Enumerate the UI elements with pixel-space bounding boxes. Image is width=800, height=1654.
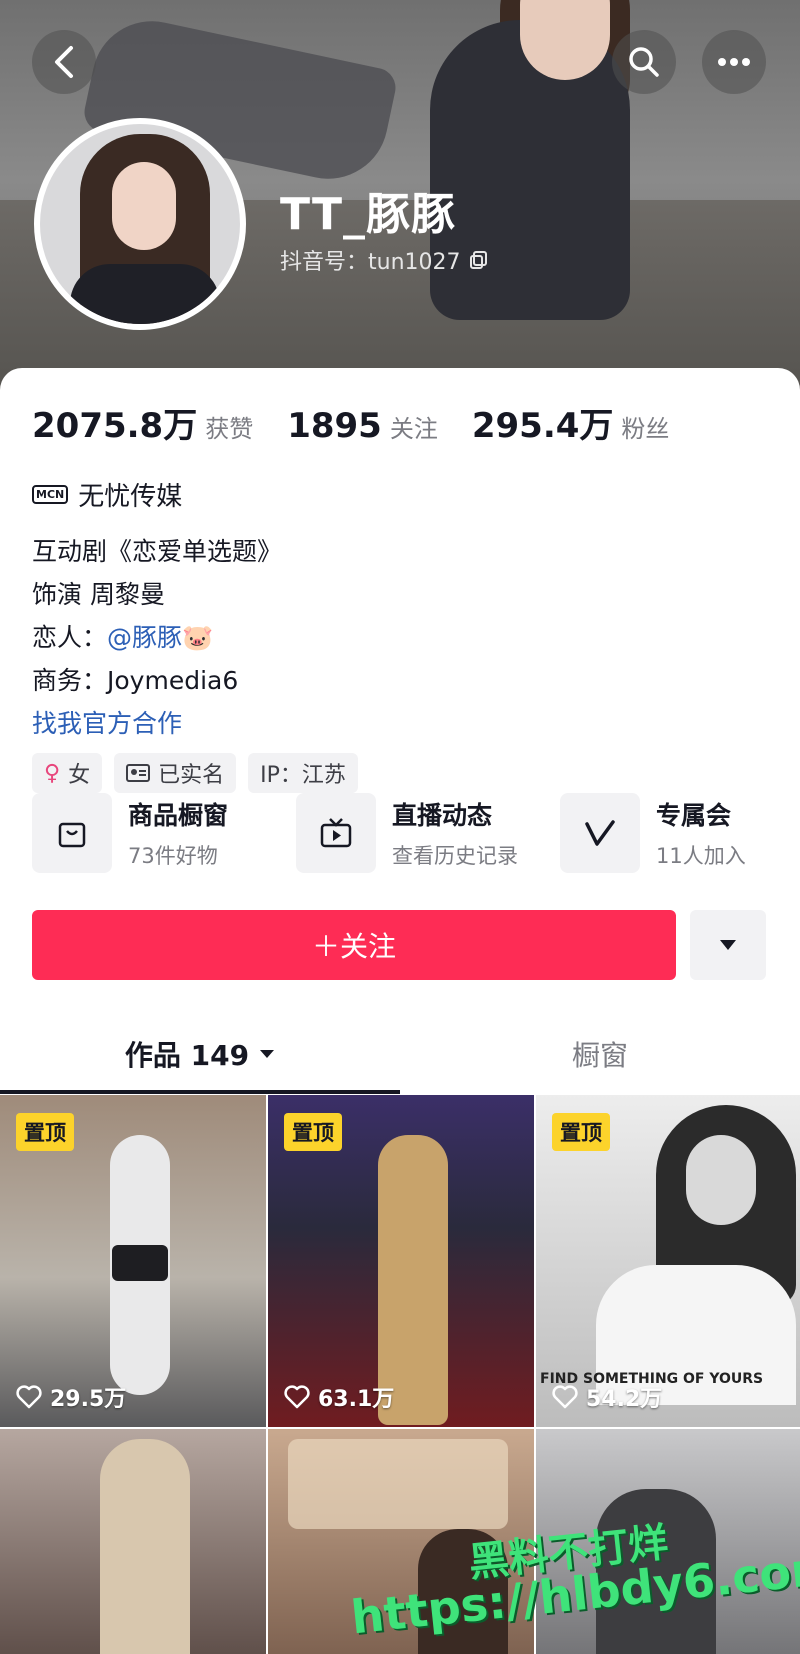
- likes-value: 29.5万: [50, 1387, 127, 1412]
- copy-icon[interactable]: [469, 250, 489, 270]
- video-thumbnail[interactable]: FIND SOMETHING OF YOURS 置顶 54.2万: [536, 1095, 800, 1427]
- thumbnail-figure-shorts: [112, 1245, 168, 1281]
- video-thumbnail[interactable]: [0, 1429, 266, 1654]
- mcn-name: 无忧传媒: [78, 482, 183, 512]
- stats-row: 2075.8万 获赞 1895 关注 295.4万 粉丝: [32, 398, 669, 447]
- video-thumbnail[interactable]: 置顶 63.1万: [268, 1095, 534, 1427]
- tag-ip-location: IP：江苏: [248, 753, 358, 793]
- tab-active-indicator: [0, 1090, 400, 1094]
- search-icon: [629, 47, 659, 77]
- service-live-subtitle: 查看历史记录: [392, 844, 518, 868]
- bio-line-1: 互动剧《恋爱单选题》: [32, 537, 283, 566]
- tab-works-label: 作品 149: [124, 1039, 250, 1072]
- avatar-face: [112, 162, 176, 250]
- heart-icon: [552, 1385, 578, 1409]
- tab-showcase[interactable]: 橱窗: [400, 1014, 800, 1094]
- search-button[interactable]: [612, 30, 676, 94]
- service-showcase-title: 商品橱窗: [128, 801, 229, 830]
- service-live-title: 直播动态: [392, 801, 493, 830]
- service-fan-club-title: 专属会: [656, 801, 732, 830]
- recommend-dropdown-button[interactable]: [690, 910, 766, 980]
- more-dots-icon: [718, 58, 750, 66]
- stat-following-value: 1895: [287, 406, 382, 446]
- content-tabs: 作品 149 橱窗: [0, 1014, 800, 1094]
- profile-card: 2075.8万 获赞 1895 关注 295.4万 粉丝 MCN 无忧传媒 互动…: [0, 368, 800, 1654]
- likes-value: 63.1万: [318, 1387, 395, 1412]
- video-thumbnail[interactable]: 置顶 29.5万: [0, 1095, 266, 1427]
- chevron-left-icon: [55, 46, 73, 78]
- v-logo-icon: [560, 793, 640, 873]
- follow-button[interactable]: ＋关注: [32, 910, 676, 980]
- caret-down-icon: [720, 940, 736, 950]
- bio-partner-mention[interactable]: @豚豚: [107, 623, 182, 652]
- back-button[interactable]: [32, 30, 96, 94]
- stat-likes-value: 2075.8万: [32, 406, 198, 446]
- pinned-badge: 置顶: [552, 1113, 610, 1151]
- id-card-icon: [126, 764, 151, 782]
- caret-down-icon: [260, 1050, 275, 1058]
- stat-likes[interactable]: 2075.8万 获赞: [32, 398, 253, 447]
- tab-showcase-label: 橱窗: [571, 1039, 628, 1072]
- stat-followers-value: 295.4万: [471, 406, 614, 446]
- douyin-id-text: 抖音号：tun1027: [280, 250, 461, 275]
- likes-value: 54.2万: [586, 1387, 663, 1412]
- tab-works[interactable]: 作品 149: [0, 1014, 400, 1094]
- tag-verified-label: 已实名: [158, 763, 225, 788]
- service-showcase-subtitle: 73件好物: [128, 844, 218, 868]
- female-icon: ♀: [44, 760, 61, 786]
- likes-count: 29.5万: [16, 1381, 126, 1413]
- tag-ip-label: IP：江苏: [260, 763, 346, 788]
- pinned-badge: 置顶: [16, 1113, 74, 1151]
- official-cooperation-link[interactable]: 找我官方合作: [32, 702, 282, 745]
- bio-line-4: 商务：Joymedia6: [32, 666, 239, 695]
- bio-line-3: 恋人：@豚豚🐷: [32, 616, 282, 659]
- bio-line-2: 饰演 周黎曼: [32, 580, 165, 609]
- stat-followers[interactable]: 295.4万 粉丝: [472, 398, 670, 447]
- service-fan-club-subtitle: 11人加入: [656, 844, 746, 868]
- live-tv-icon: [296, 793, 376, 873]
- thumbnail-figure-face: [686, 1135, 756, 1225]
- service-showcase[interactable]: 商品橱窗 73件好物: [32, 792, 296, 874]
- pinned-badge: 置顶: [284, 1113, 342, 1151]
- stat-following[interactable]: 1895 关注: [287, 406, 438, 446]
- pig-emoji-icon: 🐷: [182, 623, 214, 652]
- heart-icon: [284, 1385, 310, 1409]
- bio: 互动剧《恋爱单选题》 饰演 周黎曼 恋人：@豚豚🐷 商务：Joymedia6 找…: [32, 530, 282, 745]
- service-live[interactable]: 直播动态 查看历史记录: [296, 792, 560, 874]
- shopping-bag-icon: [32, 793, 112, 873]
- nickname: TT_豚豚: [280, 189, 457, 240]
- mcn-row[interactable]: MCN 无忧传媒: [32, 476, 182, 513]
- heart-icon: [16, 1385, 42, 1409]
- douyin-id: 抖音号：tun1027: [280, 244, 489, 276]
- more-button[interactable]: [702, 30, 766, 94]
- thumbnail-figure: [100, 1439, 190, 1654]
- bio-partner-label: 恋人：: [32, 623, 108, 652]
- tag-gender: ♀ 女: [32, 753, 103, 793]
- stat-likes-label: 获赞: [205, 415, 254, 443]
- tag-gender-label: 女: [68, 763, 91, 788]
- mcn-badge-icon: MCN: [32, 485, 69, 504]
- likes-count: 54.2万: [552, 1381, 662, 1413]
- tag-verified: 已实名: [114, 753, 237, 793]
- avatar-body: [70, 264, 220, 324]
- services-row: 商品橱窗 73件好物 直播动态 查看历史记录 专属会 11人加入: [32, 792, 800, 874]
- avatar[interactable]: [34, 118, 246, 330]
- stat-following-label: 关注: [389, 415, 438, 443]
- service-fan-club[interactable]: 专属会 11人加入: [560, 792, 800, 874]
- likes-count: 63.1万: [284, 1381, 394, 1413]
- thumbnail-chandelier: [288, 1439, 508, 1529]
- stat-followers-label: 粉丝: [621, 415, 670, 443]
- tag-row: ♀ 女 已实名 IP：江苏: [32, 753, 358, 793]
